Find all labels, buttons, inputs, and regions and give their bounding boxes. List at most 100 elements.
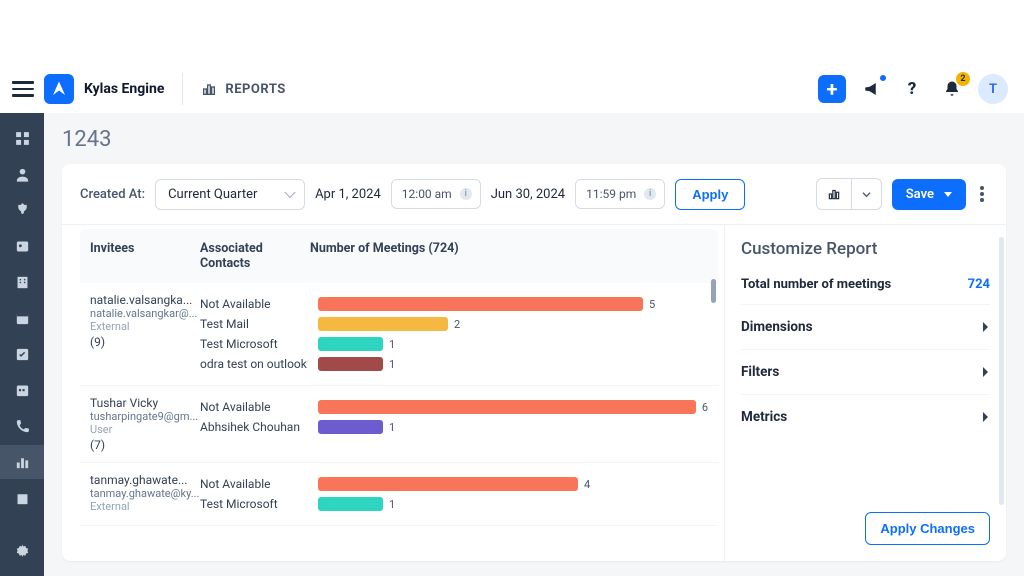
scrollbar-thumb[interactable] xyxy=(711,279,716,303)
bar-value: 6 xyxy=(702,401,708,414)
col-associated-contacts: Associated Contacts xyxy=(200,241,310,271)
info-icon: i xyxy=(460,188,472,200)
bar-row: Test Microsoft1 xyxy=(200,335,708,353)
bar-value: 1 xyxy=(389,498,395,511)
associated-contact-label: Test Mail xyxy=(200,317,310,331)
sidebar-call-icon[interactable] xyxy=(0,409,44,443)
bar[interactable] xyxy=(318,297,643,311)
left-sidebar xyxy=(0,113,44,576)
more-actions-icon[interactable] xyxy=(976,180,988,208)
customize-section-metrics[interactable]: Metrics xyxy=(741,394,990,439)
divider xyxy=(182,73,183,105)
sidebar-calendar-alt-icon[interactable] xyxy=(0,301,44,335)
bar-row: Not Available 6 xyxy=(200,398,708,416)
invitee-email: natalie.valsangkar@... xyxy=(90,307,200,320)
bar[interactable] xyxy=(318,477,578,491)
total-value: 724 xyxy=(968,277,990,292)
report-table-area: Invitees Associated Contacts Number of M… xyxy=(62,225,724,561)
invitee-count: (7) xyxy=(90,438,200,452)
kylas-logo[interactable] xyxy=(44,74,74,104)
sidebar-contact-card-icon[interactable] xyxy=(0,229,44,263)
total-label: Total number of meetings xyxy=(741,277,891,292)
apply-filter-button[interactable]: Apply xyxy=(675,179,745,210)
page-title: 1243 xyxy=(62,127,1006,152)
table-row: natalie.valsangka...natalie.valsangkar@.… xyxy=(80,283,718,386)
section-label-text: REPORTS xyxy=(225,82,285,97)
app-header: Kylas Engine REPORTS + ? 2 T xyxy=(0,65,1024,113)
chevron-right-icon xyxy=(982,411,990,423)
bar[interactable] xyxy=(318,317,448,331)
start-time-input[interactable]: 12:00 ami xyxy=(391,179,481,209)
total-meetings-row: Total number of meetings 724 xyxy=(741,277,990,292)
invitee-email: tanmay.ghawate@ky... xyxy=(90,487,200,500)
sidebar-dashboard-icon[interactable] xyxy=(0,121,44,155)
invitee-count: (9) xyxy=(90,335,200,349)
bar-row: Not Available4 xyxy=(200,475,708,493)
invitee-email: tusharpingate9@gm... xyxy=(90,410,200,423)
sidebar-settings-icon[interactable] xyxy=(0,534,44,568)
associated-contact-label: Test Microsoft xyxy=(200,497,310,511)
bar-value: 1 xyxy=(389,338,395,351)
apply-changes-button[interactable]: Apply Changes xyxy=(865,512,990,545)
invitee-name: natalie.valsangka... xyxy=(90,293,200,307)
customize-section-dimensions[interactable]: Dimensions xyxy=(741,304,990,349)
sidebar-person-icon[interactable] xyxy=(0,157,44,191)
start-date: Apr 1, 2024 xyxy=(315,187,381,202)
table-row: tanmay.ghawate...tanmay.ghawate@ky...Ext… xyxy=(80,463,718,526)
bar-row: Test Mail2 xyxy=(200,315,708,333)
section-label: Filters xyxy=(741,364,779,380)
sidebar-more-icon[interactable] xyxy=(0,481,44,515)
invitee-cell: Tushar Vickytusharpingate9@gm...User(7) xyxy=(90,396,200,452)
customize-section-filters[interactable]: Filters xyxy=(741,349,990,394)
bar-row: Abhsihek Chouhan1 xyxy=(200,418,708,436)
associated-contact-label: Not Available xyxy=(200,297,310,311)
chevron-right-icon xyxy=(982,366,990,378)
bar-row: Not Available5 xyxy=(200,295,708,313)
sidebar-calendar-icon[interactable] xyxy=(0,373,44,407)
hamburger-menu-icon[interactable] xyxy=(12,77,34,101)
bars-cell: Not Available 6 Abhsihek Chouhan1 xyxy=(200,396,708,452)
sidebar-tasks-icon[interactable] xyxy=(0,337,44,371)
end-time-input[interactable]: 11:59 pmi xyxy=(575,179,665,209)
col-meetings: Number of Meetings (724) xyxy=(310,241,708,271)
brand-name: Kylas Engine xyxy=(84,81,164,97)
customize-title: Customize Report xyxy=(741,239,990,259)
bar[interactable] xyxy=(318,400,696,414)
user-avatar[interactable]: T xyxy=(978,74,1008,104)
associated-contact-label: odra test on outlook xyxy=(200,357,310,371)
scrollbar-track[interactable] xyxy=(999,237,1004,505)
invitee-cell: natalie.valsangka...natalie.valsangkar@.… xyxy=(90,293,200,375)
bar-value: 1 xyxy=(389,358,395,371)
sidebar-deals-icon[interactable] xyxy=(0,193,44,227)
customize-report-panel: Customize Report Total number of meeting… xyxy=(724,225,1006,561)
bar[interactable] xyxy=(318,357,383,371)
bar[interactable] xyxy=(318,337,383,351)
col-invitees: Invitees xyxy=(90,241,200,271)
associated-contact-label: Abhsihek Chouhan xyxy=(200,420,310,434)
invitee-role: External xyxy=(90,320,200,333)
save-button[interactable]: Save xyxy=(892,179,966,210)
chevron-down-icon xyxy=(852,179,881,209)
sidebar-reports-icon[interactable] xyxy=(0,445,44,479)
bar[interactable] xyxy=(318,420,383,434)
notification-badge: 2 xyxy=(956,72,970,86)
add-button[interactable]: + xyxy=(818,75,846,103)
bar-chart-icon xyxy=(817,179,852,209)
notification-bell-icon[interactable]: 2 xyxy=(938,75,966,103)
end-date: Jun 30, 2024 xyxy=(491,187,565,202)
filter-bar: Created At: Current Quarter Apr 1, 2024 … xyxy=(62,164,1006,225)
bar[interactable] xyxy=(318,497,383,511)
chart-type-dropdown[interactable] xyxy=(816,178,882,210)
bars-cell: Not Available4 Test Microsoft 1 xyxy=(200,473,708,515)
report-panel: Created At: Current Quarter Apr 1, 2024 … xyxy=(62,164,1006,561)
help-icon[interactable]: ? xyxy=(898,75,926,103)
browser-chrome-whitespace xyxy=(0,0,1024,65)
section-label: Metrics xyxy=(741,409,787,425)
section-label[interactable]: REPORTS xyxy=(201,81,285,97)
created-at-label: Created At: xyxy=(80,187,145,202)
sidebar-company-icon[interactable] xyxy=(0,265,44,299)
bar-row: odra test on outlook 1 xyxy=(200,355,708,373)
date-preset-select[interactable]: Current Quarter xyxy=(155,179,305,210)
associated-contact-label: Not Available xyxy=(200,400,310,414)
announcement-icon[interactable] xyxy=(858,75,886,103)
